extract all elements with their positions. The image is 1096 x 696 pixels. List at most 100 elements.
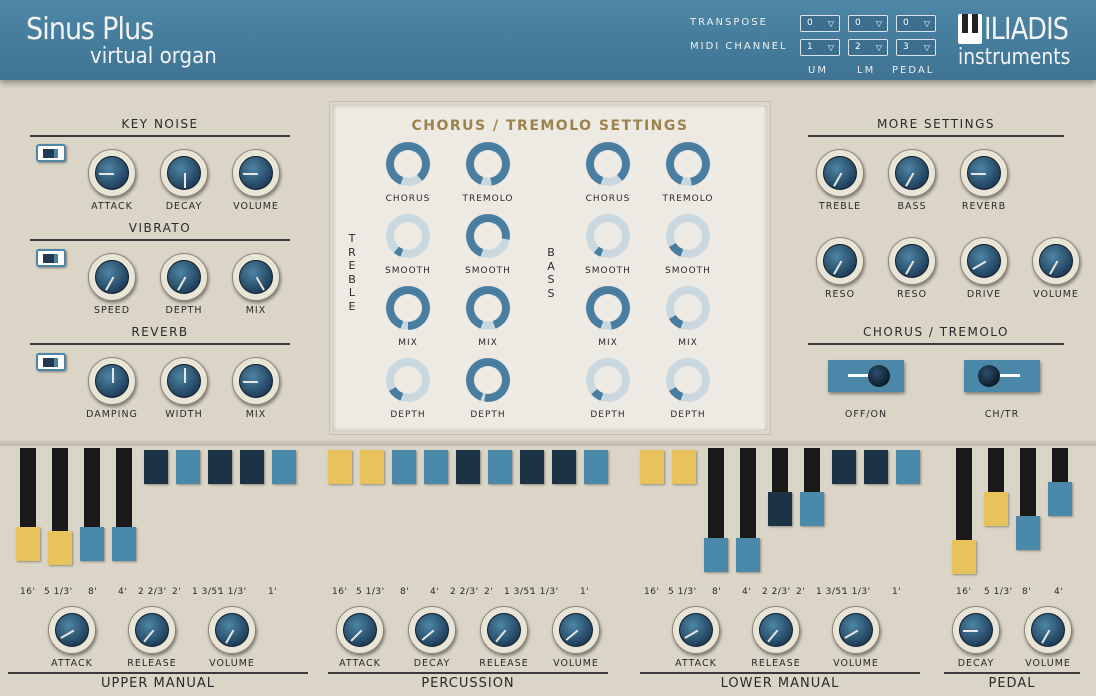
upper-drawbar-1[interactable] <box>16 526 40 561</box>
lower-drawbar-6[interactable] <box>800 492 824 527</box>
transpose-label: TRANSPOSE <box>690 17 768 28</box>
lower-release-knob[interactable] <box>752 606 800 654</box>
percussion-drawbar-6[interactable] <box>488 450 512 484</box>
reverb-mix-knob[interactable] <box>232 357 280 405</box>
percussion-drawbar-2[interactable] <box>360 450 384 484</box>
upper-volume-knob[interactable] <box>208 606 256 654</box>
knob-cap <box>239 156 273 190</box>
vibrato-toggle[interactable] <box>36 249 66 267</box>
chorus-on-off-switch[interactable] <box>828 360 904 392</box>
percussion-drawbar-1[interactable] <box>328 450 352 484</box>
key-noise-attack-knob[interactable] <box>88 149 136 197</box>
knob-pointer <box>243 173 258 175</box>
transpose-pedal-select[interactable]: 0 ▽ <box>896 15 936 32</box>
upper-release-knob[interactable] <box>128 606 176 654</box>
lower-drawbar-9[interactable] <box>896 450 920 484</box>
treble-ring-control[interactable] <box>466 214 510 258</box>
panel-divider <box>0 441 1096 444</box>
master-volume-knob[interactable] <box>1032 237 1080 285</box>
perc-decay-knob[interactable] <box>408 606 456 654</box>
perc-attack-knob[interactable] <box>336 606 384 654</box>
pedal-decay-label: DECAY <box>957 658 995 669</box>
pedal-drawbar-2[interactable] <box>984 492 1008 527</box>
treble-ring-control[interactable] <box>386 142 430 186</box>
reso-2-knob[interactable] <box>888 237 936 285</box>
upper-drawbar-8[interactable] <box>240 450 264 484</box>
perc-release-knob[interactable] <box>480 606 528 654</box>
treble-ring-control[interactable] <box>466 358 510 402</box>
lower-drawbar-2[interactable] <box>672 450 696 484</box>
knob-cap <box>895 156 929 190</box>
knob-cap <box>55 613 89 647</box>
transpose-lm-select[interactable]: 0 ▽ <box>848 15 888 32</box>
upper-drawbar-7[interactable] <box>208 450 232 484</box>
vibrato-depth-knob[interactable] <box>160 253 208 301</box>
lower-volume-knob[interactable] <box>832 606 880 654</box>
reverb-toggle[interactable] <box>36 353 66 371</box>
percussion-drawbar-5[interactable] <box>456 450 480 484</box>
knob-cap <box>823 156 857 190</box>
percussion-drawbar-9[interactable] <box>584 450 608 484</box>
lower-attack-knob[interactable] <box>672 606 720 654</box>
percussion-drawbar-3[interactable] <box>392 450 416 484</box>
bass-ring-control[interactable] <box>586 142 630 186</box>
knob-pointer <box>143 629 155 643</box>
bass-ring-control[interactable] <box>586 286 630 330</box>
bass-ring-control[interactable] <box>666 142 710 186</box>
pedal-drawbar-1[interactable] <box>952 540 976 574</box>
upper-drawbar-4[interactable] <box>112 526 136 561</box>
pedal-volume-knob[interactable] <box>1024 606 1072 654</box>
upper-drawbar-3[interactable] <box>80 526 104 561</box>
reverb-amount-knob[interactable] <box>960 149 1008 197</box>
lower-drawbar-1[interactable] <box>640 450 664 484</box>
pedal-decay-knob[interactable] <box>952 606 1000 654</box>
bass-ring-control[interactable] <box>586 358 630 402</box>
pedal-drawbar-3[interactable] <box>1016 515 1040 550</box>
treble-ring-control[interactable] <box>466 286 510 330</box>
bass-ring-control[interactable] <box>666 214 710 258</box>
key-noise-decay-knob[interactable] <box>160 149 208 197</box>
upper-drawbar-2[interactable] <box>48 531 72 565</box>
treble-knob[interactable] <box>816 149 864 197</box>
percussion-drawbar-7[interactable] <box>520 450 544 484</box>
drive-knob[interactable] <box>960 237 1008 285</box>
bass-ring-control[interactable] <box>666 358 710 402</box>
midi-um-select[interactable]: 1 ▽ <box>800 39 840 56</box>
treble-ring-control[interactable] <box>466 142 510 186</box>
vibrato-mix-knob[interactable] <box>232 253 280 301</box>
treble-ring-control[interactable] <box>386 214 430 258</box>
upper-drawbar-5[interactable] <box>144 450 168 484</box>
knob-cap <box>167 364 201 398</box>
lower-drawbar-5[interactable] <box>768 492 792 527</box>
percussion-drawbar-4[interactable] <box>424 450 448 484</box>
vibrato-speed-knob[interactable] <box>88 253 136 301</box>
upper-drawbar-6[interactable] <box>176 450 200 484</box>
upper-drawbar-9[interactable] <box>272 450 296 484</box>
knob-pointer <box>350 629 363 642</box>
treble-ring-control[interactable] <box>386 286 430 330</box>
lower-drawbar-3[interactable] <box>704 538 728 573</box>
knob-pointer <box>421 629 435 641</box>
reverb-width-knob[interactable] <box>160 357 208 405</box>
reverb-damping-knob[interactable] <box>88 357 136 405</box>
lower-drawbar-8[interactable] <box>864 450 888 484</box>
bass-ring-control[interactable] <box>666 286 710 330</box>
reso-1-knob[interactable] <box>816 237 864 285</box>
lower-drawbar-4[interactable] <box>736 538 760 573</box>
bass-knob[interactable] <box>888 149 936 197</box>
pedal-drawbar-4[interactable] <box>1048 481 1072 516</box>
perc-volume-knob[interactable] <box>552 606 600 654</box>
ring-control-label: MIX <box>678 338 698 348</box>
key-noise-volume-knob[interactable] <box>232 149 280 197</box>
chorus-tremolo-mode-switch[interactable] <box>964 360 1040 392</box>
treble-ring-control[interactable] <box>386 358 430 402</box>
key-noise-toggle[interactable] <box>36 144 66 162</box>
midi-lm-select[interactable]: 2 ▽ <box>848 39 888 56</box>
transpose-um-select[interactable]: 0 ▽ <box>800 15 840 32</box>
upper-attack-knob[interactable] <box>48 606 96 654</box>
lower-drawbar-7[interactable] <box>832 450 856 484</box>
percussion-drawbar-8[interactable] <box>552 450 576 484</box>
midi-pedal-select[interactable]: 3 ▽ <box>896 39 936 56</box>
bass-ring-control[interactable] <box>586 214 630 258</box>
treble-vertical-label: TREBLE <box>348 232 356 313</box>
